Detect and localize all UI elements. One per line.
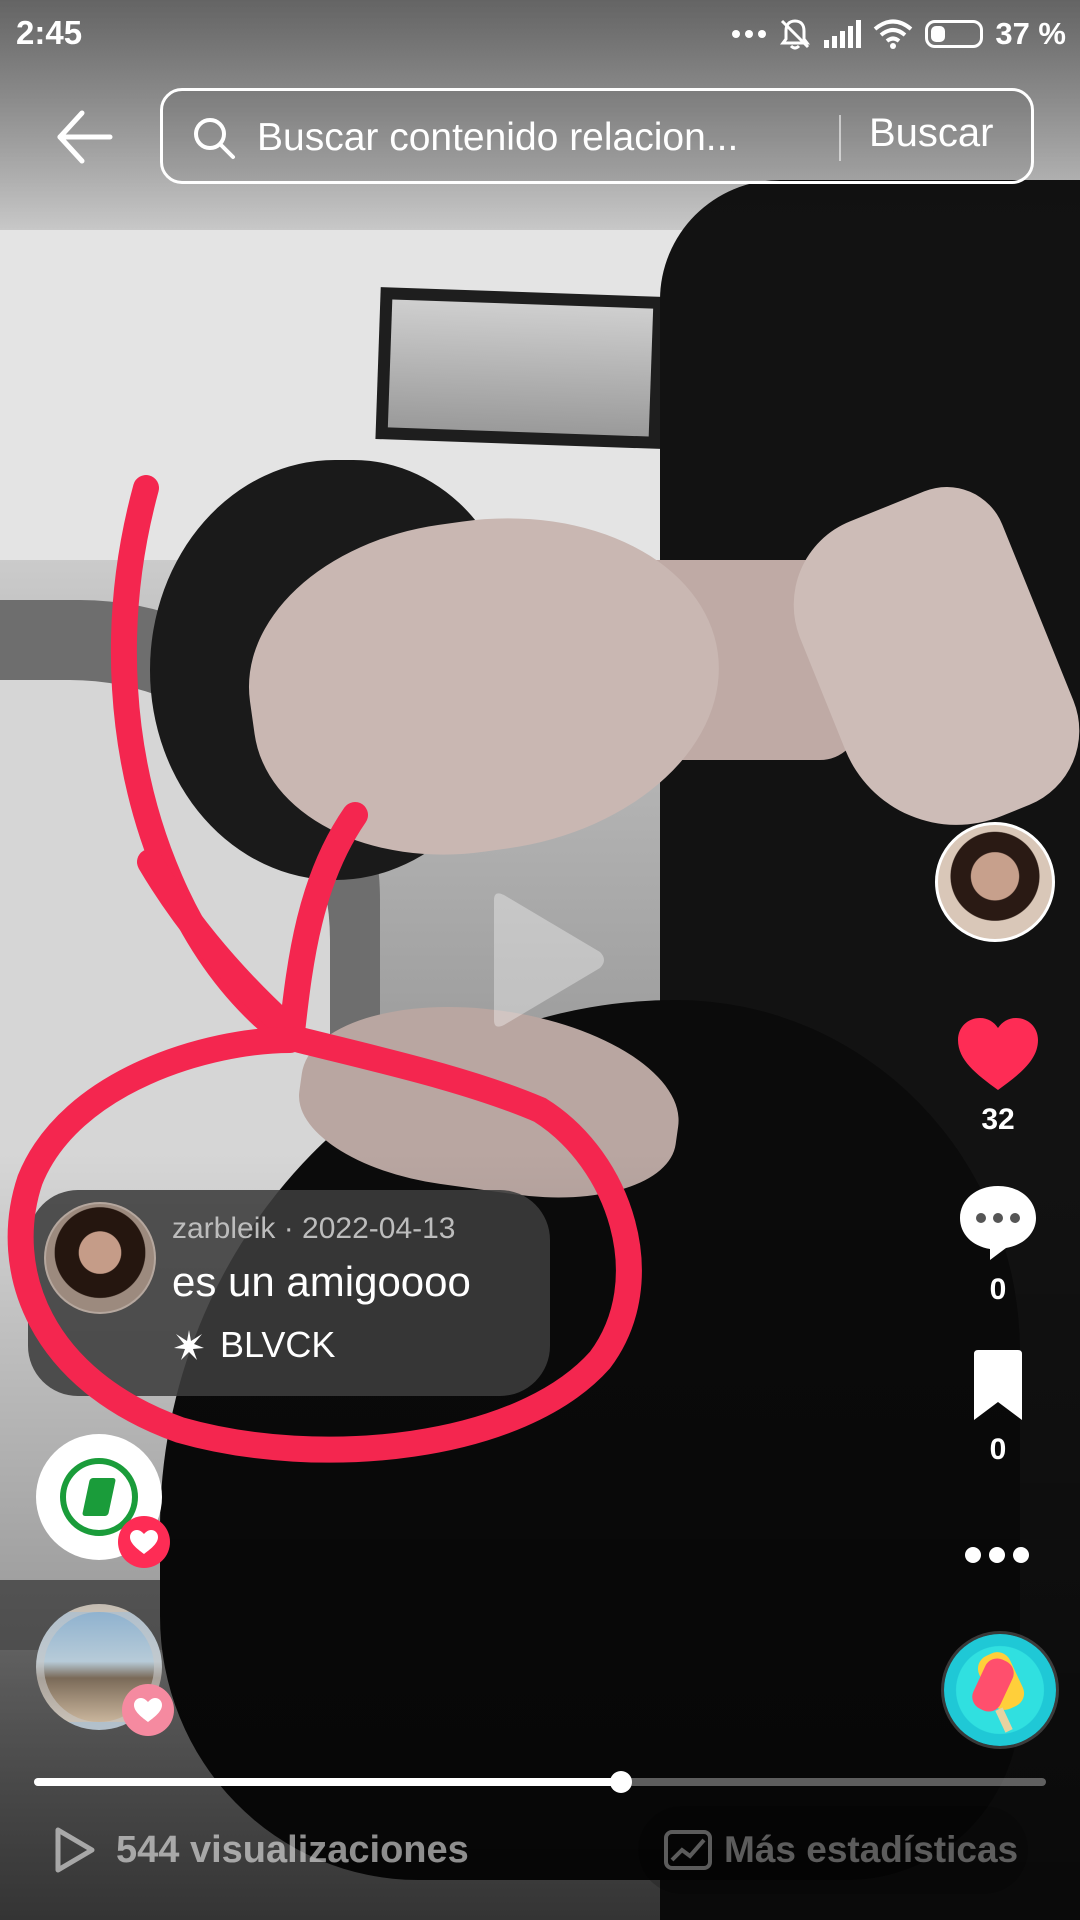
battery-percent: 37 % (995, 16, 1066, 51)
comment-text: es un amigoooo (172, 1258, 471, 1305)
video-progress-bar[interactable] (34, 1771, 1046, 1793)
comment-count: 0 (989, 1273, 1007, 1306)
like-button[interactable]: 32 (950, 1016, 1046, 1137)
search-input[interactable] (255, 111, 959, 165)
search-button[interactable]: Buscar (869, 111, 994, 156)
search-bar[interactable]: Buscar (160, 88, 1034, 184)
like-count: 32 (981, 1103, 1015, 1136)
signal-icon (824, 20, 862, 48)
sound-disc[interactable] (944, 1634, 1056, 1746)
bookmark-icon (974, 1350, 1022, 1420)
status-icons: 37 % (732, 12, 1066, 56)
liked-by-avatar[interactable] (36, 1434, 170, 1568)
save-button[interactable]: 0 (950, 1350, 1046, 1467)
back-arrow-icon[interactable] (52, 105, 116, 169)
save-count: 0 (989, 1433, 1007, 1466)
views-count: 544 visualizaciones (116, 1828, 469, 1871)
wifi-icon (874, 19, 913, 49)
heart-badge-icon (118, 1516, 170, 1568)
popsicle-icon (972, 1652, 1025, 1733)
comment-meta: zarbleik · 2022-04-13 (172, 1212, 456, 1245)
views-row: 544 visualizaciones (52, 1826, 469, 1874)
battery-fill (931, 26, 945, 42)
more-dots-icon (732, 30, 767, 38)
search-icon (194, 118, 235, 159)
battery-icon (925, 20, 984, 48)
notifications-muted-icon (780, 19, 811, 50)
commenter-avatar[interactable] (44, 1202, 156, 1314)
comment-card[interactable]: zarbleik · 2022-04-13 es un amigoooo BLV… (28, 1190, 550, 1396)
play-outline-icon (55, 1827, 95, 1873)
heart-badge-icon (122, 1684, 174, 1736)
heart-icon (958, 1018, 1038, 1090)
status-time: 2:45 (16, 14, 83, 51)
liked-by-avatar[interactable] (36, 1604, 174, 1736)
creator-avatar[interactable] (935, 822, 1055, 942)
sparkle-icon (174, 1330, 204, 1360)
more-options-icon[interactable] (964, 1540, 1030, 1570)
more-stats-button[interactable]: Más estadísticas (638, 1806, 1028, 1894)
video-progress-handle[interactable] (609, 1771, 632, 1793)
play-icon[interactable] (480, 890, 610, 1030)
more-stats-label: Más estadísticas (724, 1829, 1019, 1870)
comment-sound-label: BLVCK (220, 1324, 336, 1365)
status-bar: 2:45 37 % (0, 0, 1080, 66)
comment-sound[interactable]: BLVCK (172, 1324, 335, 1366)
stats-chart-icon (664, 1830, 712, 1870)
search-divider (839, 115, 841, 161)
comment-button[interactable]: 0 (950, 1182, 1046, 1307)
comment-icon (960, 1186, 1036, 1260)
video-progress-fill (34, 1778, 621, 1786)
